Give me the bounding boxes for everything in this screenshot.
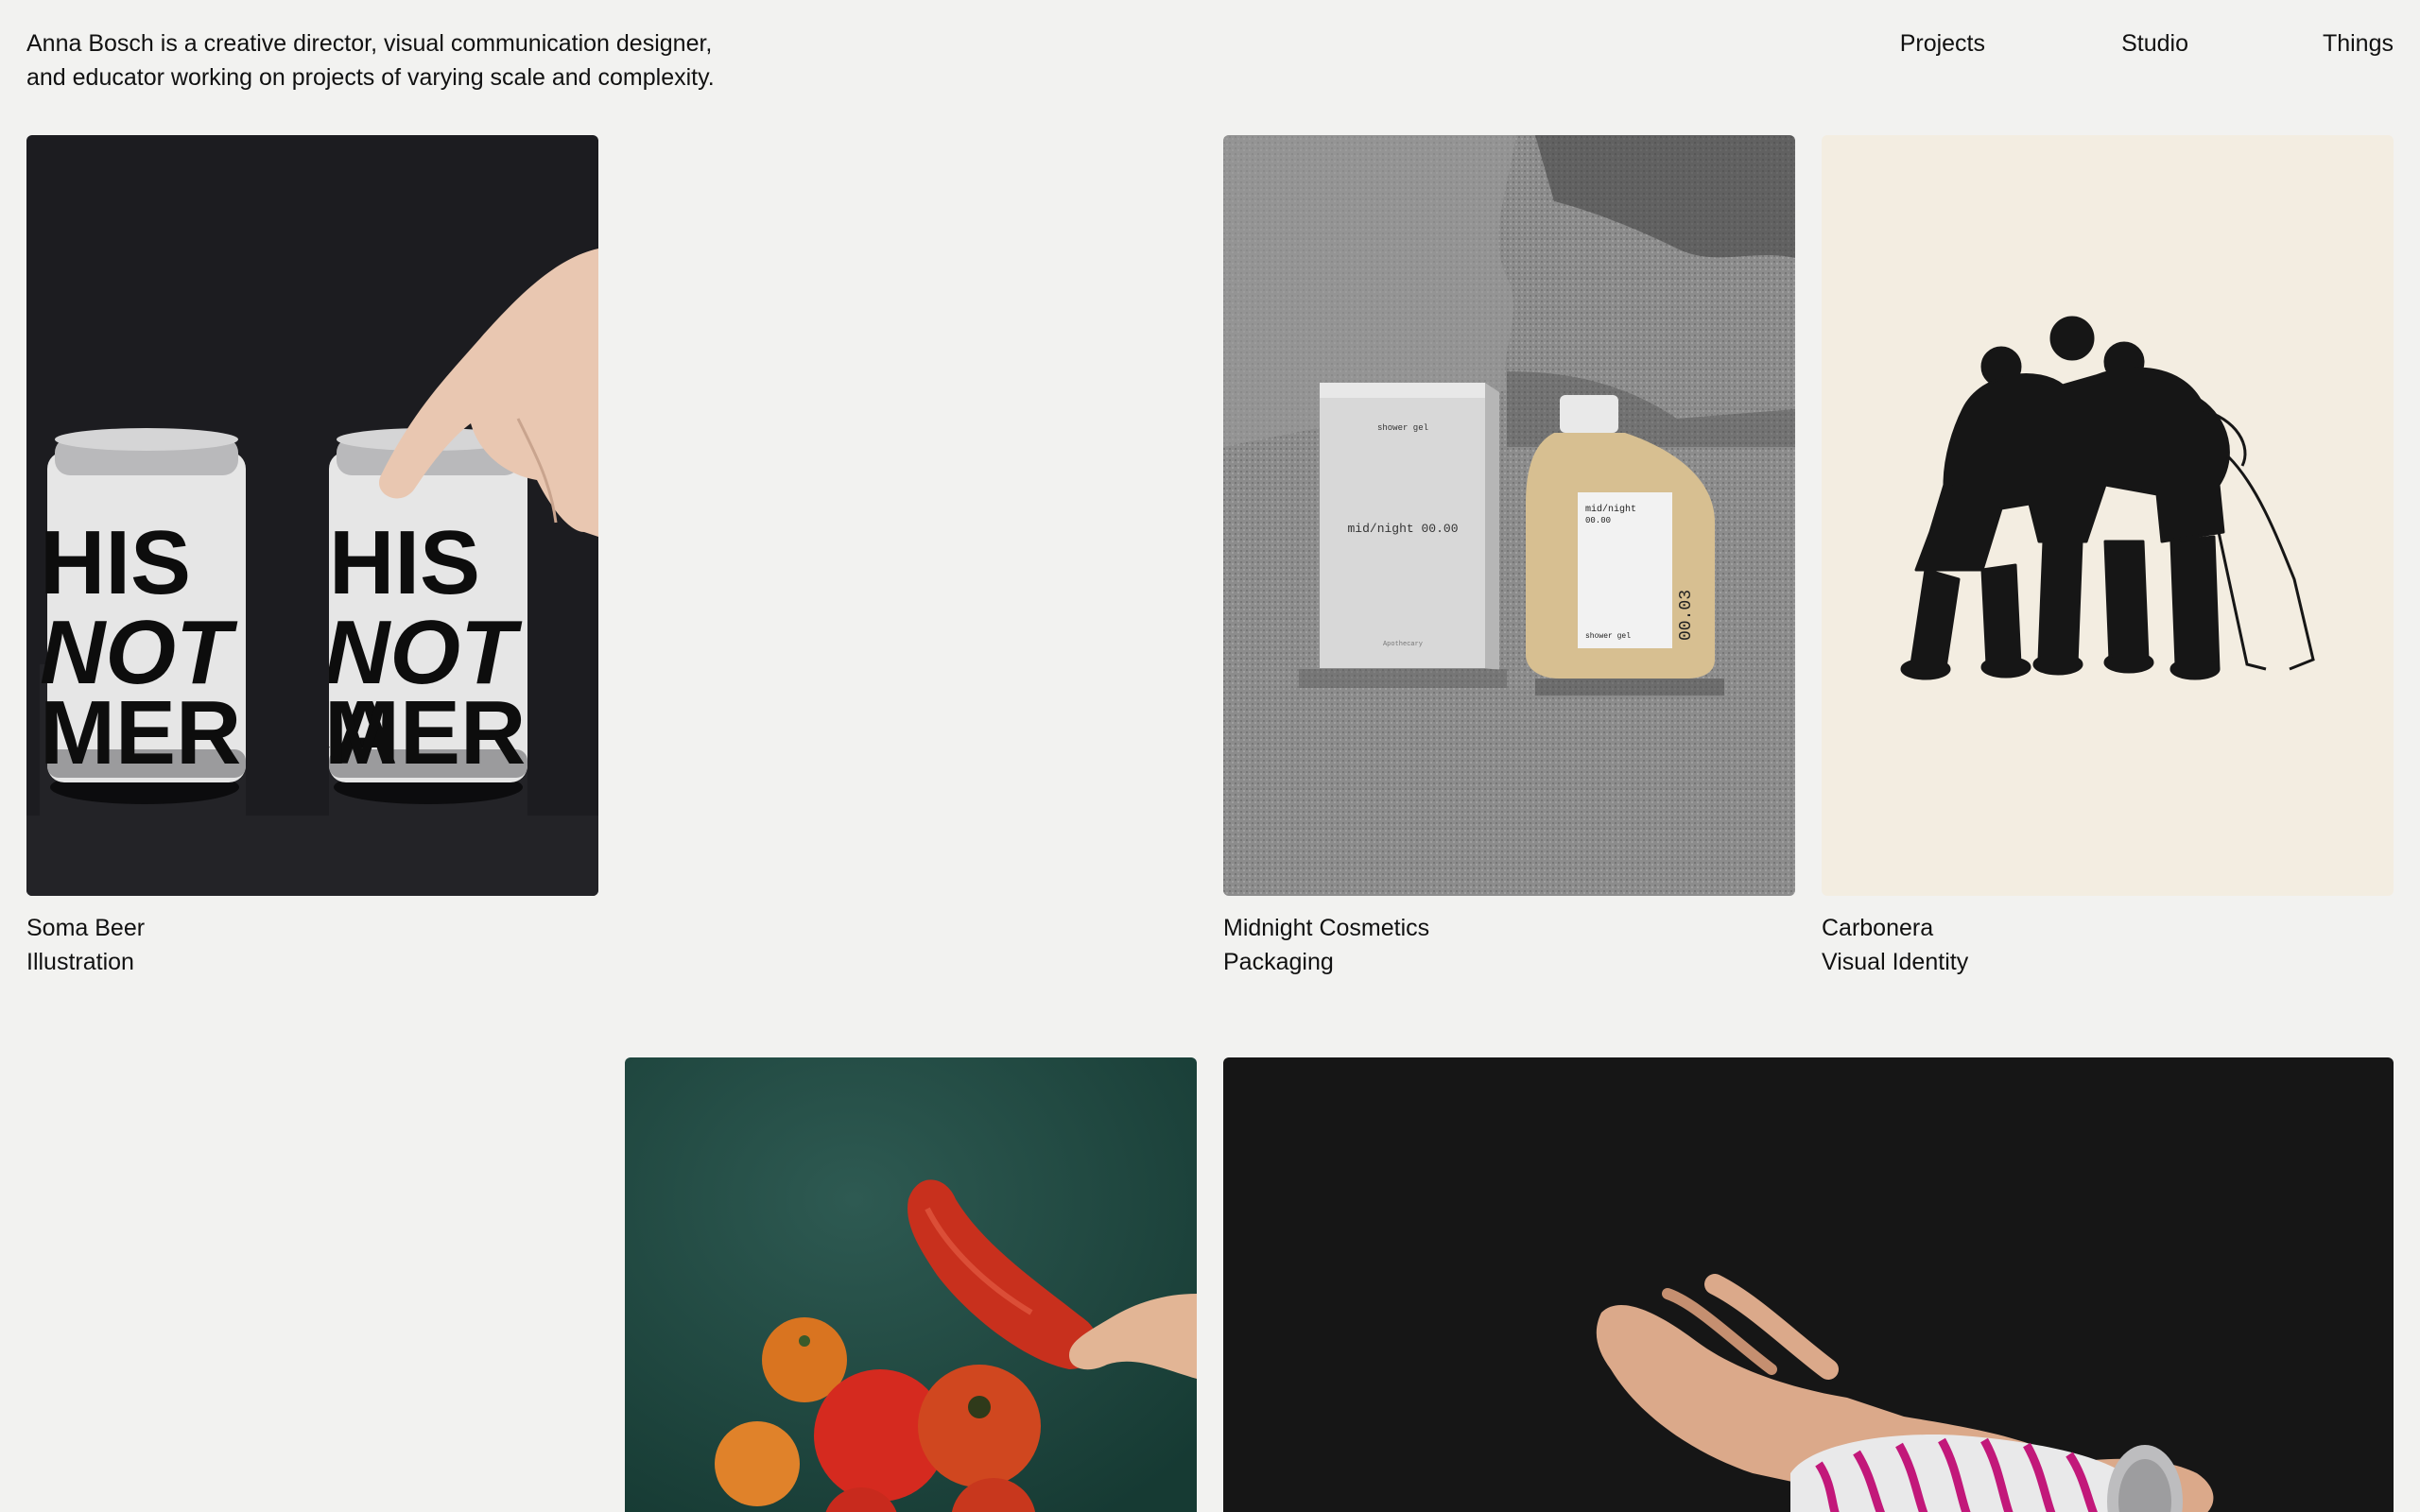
project-title: Carbonera [1822, 915, 1934, 941]
beer-cans-photo: HIS NOT MERICA HIS NOT MERICA [26, 135, 598, 896]
bottle-label: mid/night [1585, 504, 1636, 515]
project-category: Illustration [26, 949, 134, 975]
box-bottom-label: Apothecary [1383, 641, 1423, 648]
project-image-midnight-cosmetics: shower gel mid/night 00.00 Apothecary mi… [1223, 135, 1795, 896]
project-caption: Midnight Cosmetics Packaging [1223, 911, 1795, 979]
project-card-midnight-cosmetics[interactable]: shower gel mid/night 00.00 Apothecary mi… [1223, 135, 1795, 979]
bottle-number: 00.03 [1677, 590, 1696, 641]
project-caption: Soma Beer Illustration [26, 911, 598, 979]
bottle-bottom-label: shower gel [1585, 632, 1631, 641]
nav-link-studio[interactable]: Studio [2121, 26, 2188, 60]
nav-link-things[interactable]: Things [2323, 26, 2394, 60]
intro-text: Anna Bosch is a creative director, visua… [26, 26, 783, 94]
left-can-text-1: HIS [40, 512, 191, 613]
vegetables-photo [625, 1057, 1197, 1512]
site-header: Anna Bosch is a creative director, visua… [26, 26, 2394, 102]
project-title: Soma Beer [26, 915, 146, 941]
project-image-vegetables [625, 1057, 1197, 1512]
project-category: Packaging [1223, 949, 1334, 975]
striped-can-photo [1223, 1057, 2394, 1512]
portfolio-page: Anna Bosch is a creative director, visua… [0, 0, 2420, 1512]
project-category: Visual Identity [1822, 949, 1969, 975]
project-caption: Carbonera Visual Identity [1822, 911, 2394, 979]
project-image-carbonera [1822, 135, 2394, 896]
intro-line-2: and educator working on projects of vary… [26, 64, 715, 91]
project-card-vegetables[interactable] [625, 1057, 1197, 1512]
project-title: Midnight Cosmetics [1223, 915, 1430, 941]
project-image-striped-can [1223, 1057, 2394, 1512]
project-card-carbonera[interactable]: Carbonera Visual Identity [1822, 135, 2394, 979]
cosmetics-photo: shower gel mid/night 00.00 Apothecary mi… [1223, 135, 1795, 896]
box-top-label: shower gel [1377, 423, 1428, 433]
hugging-figures-illustration [1822, 135, 2394, 896]
box-main-label: mid/night 00.00 [1347, 522, 1458, 536]
right-can-text-1: HIS [329, 512, 480, 613]
intro-line-1: Anna Bosch is a creative director, visua… [26, 30, 713, 57]
project-card-striped-can[interactable] [1223, 1057, 2394, 1512]
project-image-soma-beer: HIS NOT MERICA HIS NOT MERICA [26, 135, 598, 896]
bottle-sublabel: 00.00 [1585, 516, 1611, 525]
nav-link-projects[interactable]: Projects [1900, 26, 1985, 60]
project-card-soma-beer[interactable]: HIS NOT MERICA HIS NOT MERICA Soma Beer … [26, 135, 598, 979]
